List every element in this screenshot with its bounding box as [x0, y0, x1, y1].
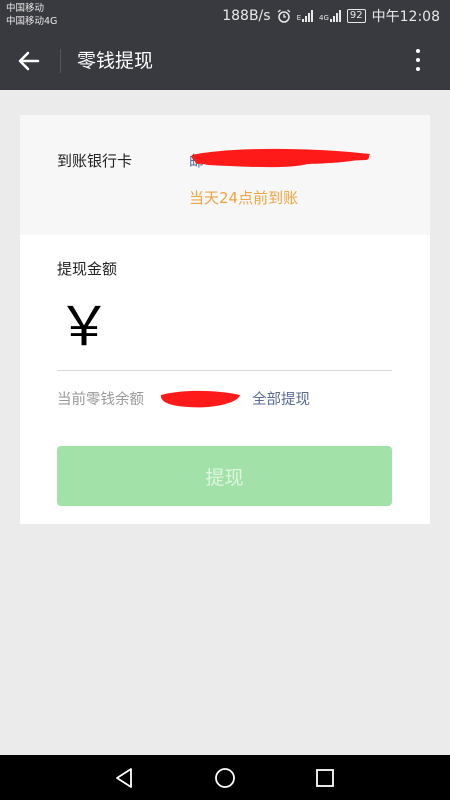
- app-bar: 零钱提现: [0, 32, 450, 90]
- back-triangle-icon[interactable]: [113, 766, 137, 790]
- balance-label: 当前零钱余额: [57, 392, 144, 408]
- withdraw-all-link[interactable]: 全部提现: [252, 388, 310, 409]
- redaction-mark-balance: [160, 390, 240, 408]
- signal-icon-1: [302, 10, 314, 22]
- alarm-icon: [277, 9, 290, 23]
- amount-input[interactable]: [110, 305, 390, 355]
- carrier-info: 中国移动 中国移动4G: [6, 2, 57, 28]
- network-type-1: E: [296, 14, 302, 22]
- carrier-2: 中国移动4G: [6, 16, 58, 27]
- withdraw-button[interactable]: 提现: [57, 446, 392, 506]
- status-bar: 中国移动 中国移动4G 188B/s E 4G 92 中午12:08: [0, 0, 450, 32]
- arrow-left-icon[interactable]: [14, 46, 44, 76]
- amount-label: 提现金额: [57, 260, 118, 278]
- bank-card-label: 到账银行卡: [57, 152, 133, 170]
- network-type-2: 4G: [319, 14, 329, 22]
- arrival-time: 当天24点前到账: [189, 189, 299, 207]
- recent-square-icon[interactable]: [313, 766, 337, 790]
- app-bar-divider: [60, 49, 61, 73]
- carrier-1: 中国移动: [6, 3, 45, 14]
- signal-icon-2: [329, 10, 341, 22]
- status-icons: 188B/s E 4G 92 中午12:08: [222, 6, 440, 26]
- clock: 中午12:08: [371, 9, 440, 25]
- page-title: 零钱提现: [77, 50, 154, 72]
- home-circle-icon[interactable]: [213, 766, 237, 790]
- redaction-mark: [191, 148, 370, 168]
- withdraw-card: 到账银行卡 邮 当天24点前到账 提现金额 ￥ 当前零钱余额， 全部提现 提现: [20, 115, 430, 524]
- amount-underline: [57, 370, 392, 371]
- system-nav-bar: [0, 755, 450, 800]
- more-vertical-icon[interactable]: [412, 46, 424, 76]
- network-speed: 188B/s: [222, 8, 271, 24]
- bank-section[interactable]: 到账银行卡 邮 当天24点前到账: [20, 115, 430, 235]
- battery-icon: 92: [346, 9, 366, 23]
- currency-symbol: ￥: [57, 295, 111, 358]
